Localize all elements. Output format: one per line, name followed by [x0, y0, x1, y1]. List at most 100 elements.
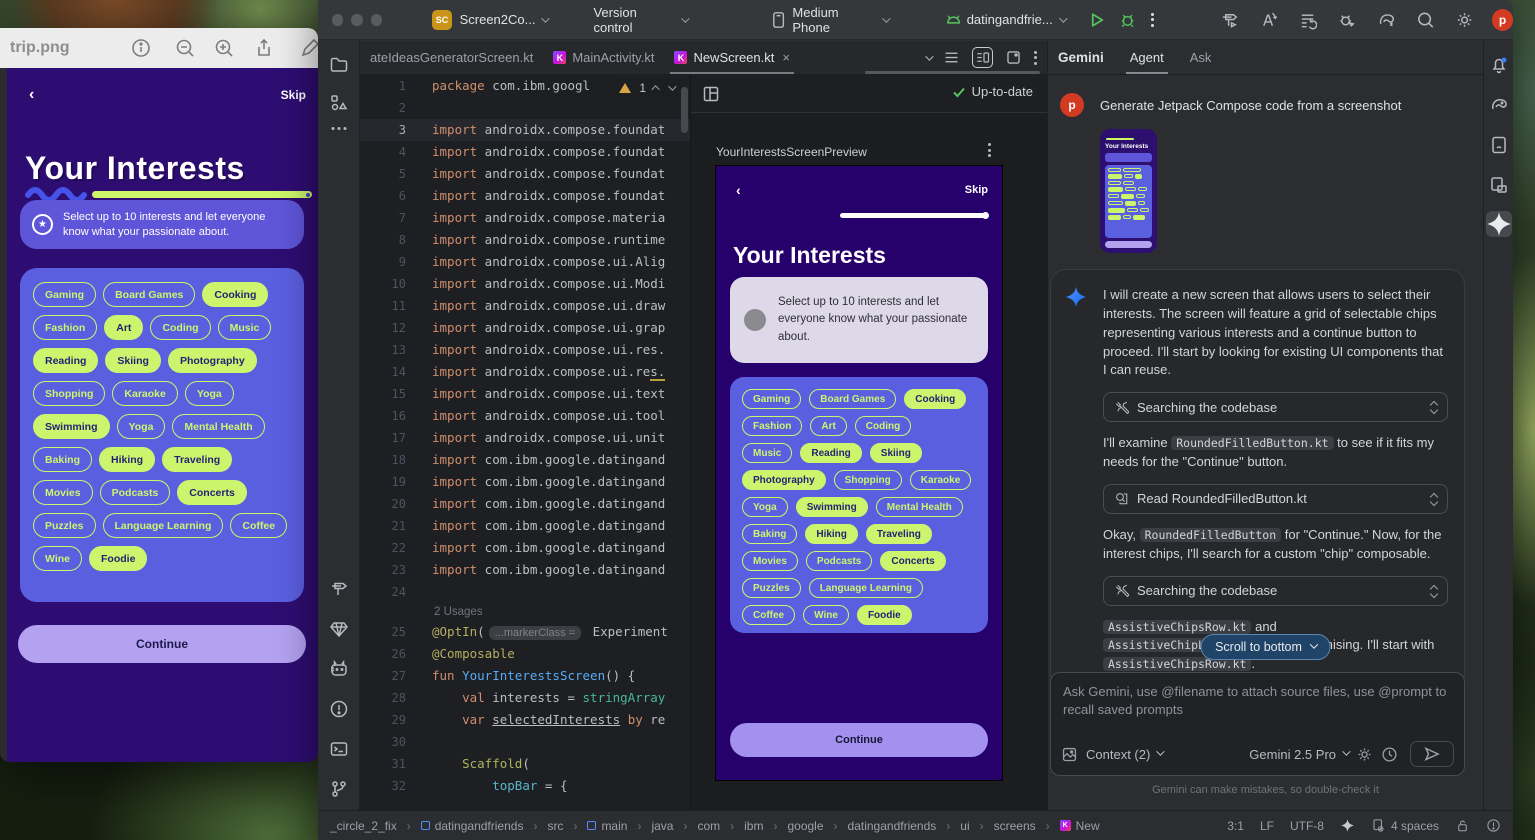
more-tool-windows-icon[interactable] [331, 127, 346, 147]
code-line[interactable]: 26@Composable [360, 643, 690, 665]
search-everywhere-icon[interactable] [1416, 10, 1435, 30]
context-selector[interactable]: Context (2) [1086, 747, 1162, 762]
expand-collapse-icon[interactable] [1431, 402, 1437, 412]
code-line[interactable]: 8import androidx.compose.runtime [360, 229, 690, 251]
build-tool-icon[interactable] [329, 579, 349, 599]
layout-inspector-icon[interactable] [1489, 175, 1509, 195]
editor-tab[interactable]: KMainActivity.kt [543, 41, 664, 74]
project-selector[interactable]: Screen2Co... [460, 12, 548, 27]
breadcrumb-item[interactable]: datingandfriends [421, 819, 524, 833]
scroll-to-bottom-button[interactable]: Scroll to bottom [1200, 634, 1331, 660]
run-icon[interactable] [1087, 10, 1106, 30]
model-selector[interactable]: Gemini 2.5 Pro [1249, 747, 1348, 762]
code-line[interactable]: 7import androidx.compose.materia [360, 207, 690, 229]
breadcrumb-item[interactable]: ui [960, 819, 969, 833]
code-line[interactable]: 25@OptIn(...markerClass = Experiment [360, 621, 690, 643]
code-line[interactable]: 6import androidx.compose.foundat [360, 185, 690, 207]
notifications-icon[interactable] [1489, 55, 1509, 75]
expand-collapse-icon[interactable] [1431, 586, 1437, 596]
caret-position[interactable]: 3:1 [1227, 819, 1244, 833]
code-line[interactable]: 10import androidx.compose.ui.Modi [360, 273, 690, 295]
code-line[interactable]: 13import androidx.compose.ui.res. [360, 339, 690, 361]
window-minimize-button[interactable] [351, 14, 362, 26]
inspection-widget[interactable]: 1 [613, 79, 680, 97]
run-configuration-selector[interactable]: datingandfrie... [967, 12, 1065, 27]
preview-composable-name[interactable]: YourInterestsScreenPreview [716, 145, 867, 159]
code-line[interactable]: 17import androidx.compose.ui.unit [360, 427, 690, 449]
app-quality-insights-icon[interactable] [329, 619, 349, 639]
usages-hint[interactable]: 2 Usages [360, 603, 690, 621]
previous-problem-icon[interactable] [651, 85, 659, 93]
code-line[interactable]: 27fun YourInterestsScreen() { [360, 665, 690, 687]
gemini-tool-tab[interactable] [1486, 211, 1512, 237]
expand-collapse-icon[interactable] [1431, 494, 1437, 504]
gemini-action-card[interactable]: Searching the codebase [1103, 576, 1448, 606]
user-avatar[interactable]: p [1492, 9, 1513, 31]
settings-icon[interactable] [1455, 10, 1474, 30]
breadcrumb-item[interactable]: main [587, 819, 627, 833]
gemini-action-card[interactable]: Searching the codebase [1103, 392, 1448, 422]
gradle-sync-icon[interactable] [1377, 10, 1396, 30]
project-tool-icon[interactable] [329, 55, 349, 75]
editor-view-mode-design-icon[interactable] [1005, 49, 1022, 66]
code-line[interactable]: 29 var selectedInterests by re [360, 709, 690, 731]
tab-options-icon[interactable] [1034, 51, 1037, 65]
code-line[interactable]: 5import androidx.compose.foundat [360, 163, 690, 185]
attach-debugger-icon[interactable] [1337, 10, 1356, 30]
preview-layout-icon[interactable] [701, 84, 721, 104]
zoom-out-icon[interactable] [175, 38, 195, 58]
history-icon[interactable] [1381, 746, 1398, 763]
breadcrumb-item[interactable]: screens [994, 819, 1036, 833]
zoom-in-icon[interactable] [214, 38, 234, 58]
gemini-tab-ask[interactable]: Ask [1190, 41, 1212, 74]
preview-options-icon[interactable] [988, 143, 991, 157]
ai-assistant-status-icon[interactable] [1340, 818, 1355, 833]
code-line[interactable]: 30 [360, 731, 690, 753]
error-highlight-icon[interactable] [1486, 818, 1501, 833]
breadcrumb-item[interactable]: com [697, 819, 720, 833]
code-line[interactable]: 18import com.ibm.google.datingand [360, 449, 690, 471]
code-line[interactable]: 3import androidx.compose.foundat [360, 119, 690, 141]
code-line[interactable]: 9import androidx.compose.ui.Alig [360, 251, 690, 273]
debug-icon[interactable] [1118, 10, 1137, 30]
markup-icon[interactable] [300, 38, 318, 58]
code-editor[interactable]: 1package com.ibm.googl23import androidx.… [360, 75, 690, 810]
code-line[interactable]: 22import com.ibm.google.datingand [360, 537, 690, 559]
code-line[interactable]: 23import com.ibm.google.datingand [360, 559, 690, 581]
window-zoom-button[interactable] [371, 14, 382, 26]
readonly-lock-icon[interactable] [1455, 818, 1470, 833]
restore-actions-icon[interactable] [1298, 10, 1317, 30]
refactor-icon[interactable] [1259, 10, 1278, 30]
code-line[interactable]: 32 topBar = { [360, 775, 690, 797]
build-icon[interactable] [1220, 10, 1239, 30]
breadcrumb-item[interactable]: datingandfriends [848, 819, 937, 833]
breadcrumb-item[interactable]: ibm [744, 819, 763, 833]
code-line[interactable]: 24 [360, 581, 690, 603]
terminal-icon[interactable] [329, 739, 349, 759]
running-devices-icon[interactable] [1489, 135, 1509, 155]
breadcrumb-item[interactable]: java [651, 819, 673, 833]
logcat-icon[interactable] [329, 659, 349, 679]
resource-manager-icon[interactable] [329, 93, 349, 113]
window-close-button[interactable] [332, 14, 343, 26]
gemini-tab-agent[interactable]: Agent [1130, 41, 1164, 74]
more-run-options-icon[interactable] [1151, 13, 1154, 27]
code-line[interactable]: 19import com.ibm.google.datingand [360, 471, 690, 493]
line-separator[interactable]: LF [1260, 819, 1274, 833]
code-line[interactable]: 20import com.ibm.google.datingand [360, 493, 690, 515]
editor-tab[interactable]: KNewScreen.kt× [664, 41, 800, 74]
gemini-prompt-input[interactable] [1063, 683, 1452, 729]
editor-view-mode-split-icon[interactable] [972, 47, 993, 68]
file-encoding[interactable]: UTF-8 [1290, 819, 1324, 833]
git-branch-icon[interactable] [329, 779, 349, 799]
tab-scrollbar[interactable] [865, 71, 1040, 74]
info-icon[interactable] [131, 38, 151, 58]
code-line[interactable]: 14import androidx.compose.ui.res. [360, 361, 690, 383]
share-icon[interactable] [254, 38, 274, 58]
editor-tab[interactable]: ateIdeasGeneratorScreen.kt [360, 41, 543, 74]
gemini-action-card[interactable]: Read RoundedFilledButton.kt [1103, 484, 1448, 514]
indent-config[interactable]: 4 spaces [1371, 818, 1439, 833]
code-line[interactable]: 21import com.ibm.google.datingand [360, 515, 690, 537]
close-tab-icon[interactable]: × [782, 50, 790, 65]
code-line[interactable]: 2 [360, 97, 690, 119]
